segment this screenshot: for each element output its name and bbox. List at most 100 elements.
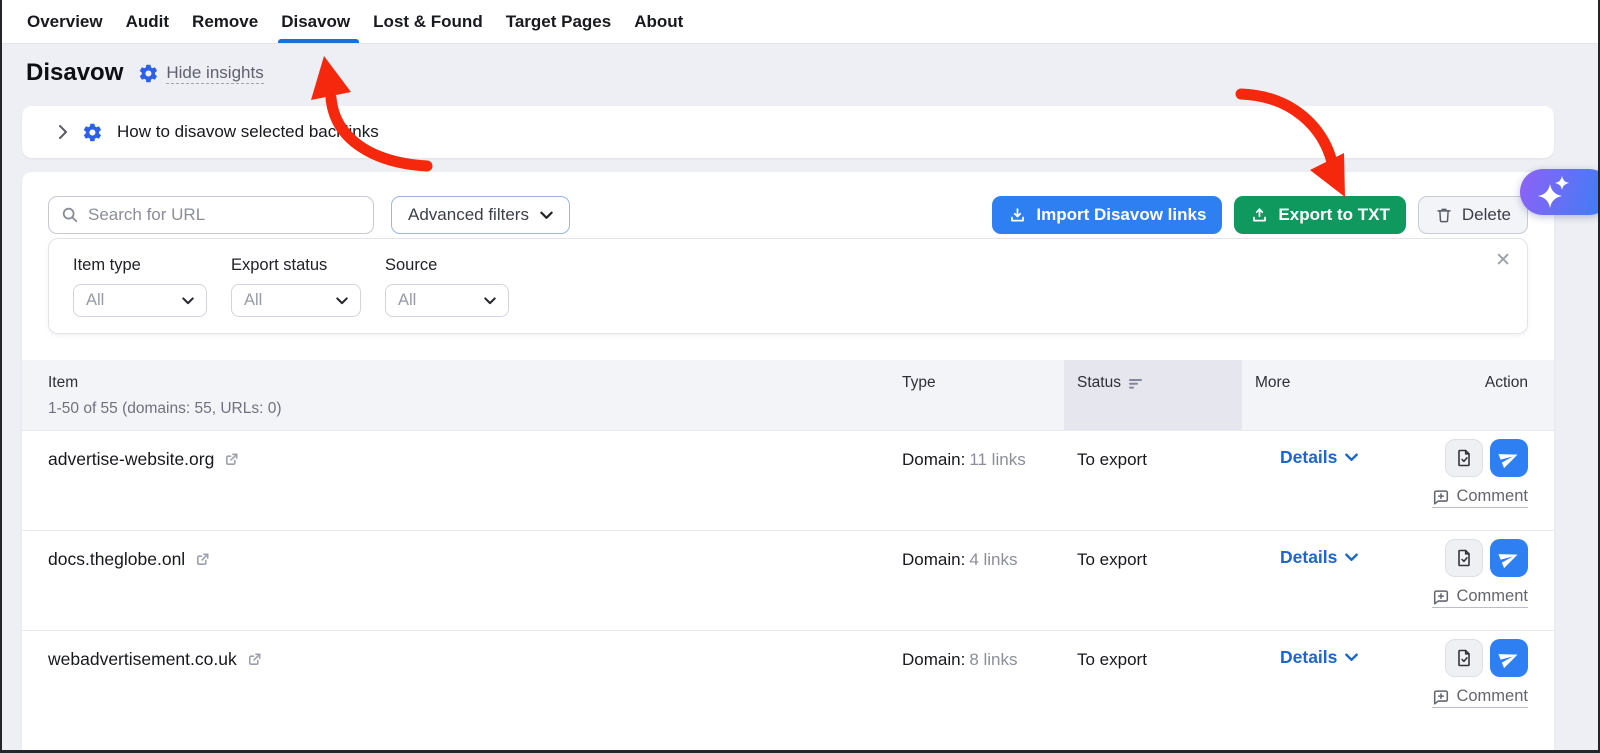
chevron-down-icon (336, 297, 348, 305)
type-label: Domain: (902, 450, 965, 469)
row-domain: webadvertisement.co.uk (48, 649, 237, 670)
sort-icon[interactable] (1129, 378, 1144, 389)
disavow-file-button[interactable] (1445, 639, 1483, 677)
tab-lost-and-found[interactable]: Lost & Found (372, 0, 484, 43)
column-status[interactable]: Status (1077, 374, 1144, 392)
document-check-icon (1454, 648, 1474, 668)
type-label: Domain: (902, 550, 965, 569)
chevron-down-icon (1345, 653, 1358, 662)
tab-disavow[interactable]: Disavow (280, 0, 351, 43)
item-type-value: All (86, 291, 104, 310)
details-toggle[interactable]: Details (1280, 447, 1358, 468)
paper-plane-icon (1499, 548, 1519, 568)
table-row: docs.theglobe.onl Domain:4 links To expo… (22, 530, 1554, 630)
chevron-down-icon (484, 297, 496, 305)
column-action: Action (1485, 374, 1528, 392)
send-to-disavow-button[interactable] (1490, 639, 1528, 677)
howto-label: How to disavow selected backlinks (117, 122, 379, 142)
tab-about[interactable]: About (633, 0, 684, 43)
row-domain: advertise-website.org (48, 449, 214, 470)
filter-panel: Item type All Export status All Source (48, 238, 1528, 334)
page-title: Disavow (26, 59, 123, 87)
disavow-file-button[interactable] (1445, 539, 1483, 577)
backlink-audit-disavow-screen: Overview Audit Remove Disavow Lost & Fou… (0, 0, 1600, 753)
item-type-select[interactable]: All (73, 284, 207, 317)
type-label: Domain: (902, 650, 965, 669)
comment-plus-icon (1432, 488, 1450, 506)
type-links-count: 4 links (969, 550, 1017, 569)
status-value: To export (1077, 550, 1147, 570)
search-icon (61, 206, 79, 224)
tab-overview[interactable]: Overview (26, 0, 104, 43)
import-disavow-links-button[interactable]: Import Disavow links (992, 196, 1222, 234)
advanced-filters-button[interactable]: Advanced filters (391, 196, 570, 234)
export-status-label: Export status (231, 256, 361, 275)
document-check-icon (1454, 448, 1474, 468)
close-filters-icon[interactable]: ✕ (1495, 249, 1511, 272)
hide-insights-link[interactable]: Hide insights (166, 62, 263, 84)
status-value: To export (1077, 450, 1147, 470)
disavow-file-button[interactable] (1445, 439, 1483, 477)
howto-panel[interactable]: How to disavow selected backlinks (22, 106, 1554, 158)
comment-plus-icon (1432, 588, 1450, 606)
details-toggle[interactable]: Details (1280, 547, 1358, 568)
chevron-down-icon (1345, 453, 1358, 462)
comment-link[interactable]: Comment (1432, 687, 1528, 708)
export-label: Export to TXT (1278, 205, 1389, 225)
toolbar: Advanced filters Import Disavow links Ex (48, 196, 1528, 234)
document-check-icon (1454, 548, 1474, 568)
ai-assistant-button[interactable] (1520, 169, 1600, 215)
type-links-count: 11 links (969, 450, 1025, 469)
comment-link[interactable]: Comment (1432, 587, 1528, 608)
import-label: Import Disavow links (1036, 205, 1206, 225)
delete-label: Delete (1462, 205, 1511, 225)
trash-icon (1435, 206, 1453, 224)
paper-plane-icon (1499, 648, 1519, 668)
column-item: Item 1-50 of 55 (domains: 55, URLs: 0) (48, 374, 281, 418)
source-select[interactable]: All (385, 284, 509, 317)
insights-gear-icon (138, 63, 159, 84)
table-header: Item 1-50 of 55 (domains: 55, URLs: 0) T… (22, 360, 1554, 430)
external-link-icon[interactable] (194, 551, 211, 568)
tab-target-pages[interactable]: Target Pages (505, 0, 613, 43)
tab-remove[interactable]: Remove (191, 0, 259, 43)
download-icon (1008, 206, 1027, 225)
tab-audit[interactable]: Audit (125, 0, 170, 43)
external-link-icon[interactable] (223, 451, 240, 468)
status-column-highlight (1064, 360, 1242, 430)
chevron-right-icon[interactable] (58, 124, 68, 140)
disavow-list-card: Advanced filters Import Disavow links Ex (22, 172, 1554, 751)
send-to-disavow-button[interactable] (1490, 539, 1528, 577)
source-label: Source (385, 256, 509, 275)
table-row: advertise-website.org Domain:11 links To… (22, 430, 1554, 530)
top-nav: Overview Audit Remove Disavow Lost & Fou… (2, 0, 1598, 44)
export-status-select[interactable]: All (231, 284, 361, 317)
results-summary: 1-50 of 55 (domains: 55, URLs: 0) (48, 400, 281, 418)
item-type-label: Item type (73, 256, 207, 275)
howto-gear-icon (82, 122, 103, 143)
comment-plus-icon (1432, 688, 1450, 706)
search-input[interactable] (88, 205, 361, 225)
paper-plane-icon (1499, 448, 1519, 468)
column-more: More (1255, 374, 1290, 392)
source-value: All (398, 291, 416, 310)
send-to-disavow-button[interactable] (1490, 439, 1528, 477)
chevron-down-icon (540, 211, 553, 220)
upload-icon (1250, 206, 1269, 225)
external-link-icon[interactable] (246, 651, 263, 668)
export-to-txt-button[interactable]: Export to TXT (1234, 196, 1405, 234)
chevron-down-icon (1345, 553, 1358, 562)
search-input-wrapper (48, 196, 374, 234)
row-domain: docs.theglobe.onl (48, 549, 185, 570)
export-status-value: All (244, 291, 262, 310)
details-toggle[interactable]: Details (1280, 647, 1358, 668)
chevron-down-icon (182, 297, 194, 305)
page-header: Disavow Hide insights (2, 44, 264, 102)
type-links-count: 8 links (969, 650, 1017, 669)
column-type: Type (902, 374, 936, 392)
advanced-filters-label: Advanced filters (408, 205, 529, 225)
table-row: webadvertisement.co.uk Domain:8 links To… (22, 630, 1554, 751)
comment-link[interactable]: Comment (1432, 487, 1528, 508)
status-value: To export (1077, 650, 1147, 670)
delete-button[interactable]: Delete (1418, 196, 1528, 234)
